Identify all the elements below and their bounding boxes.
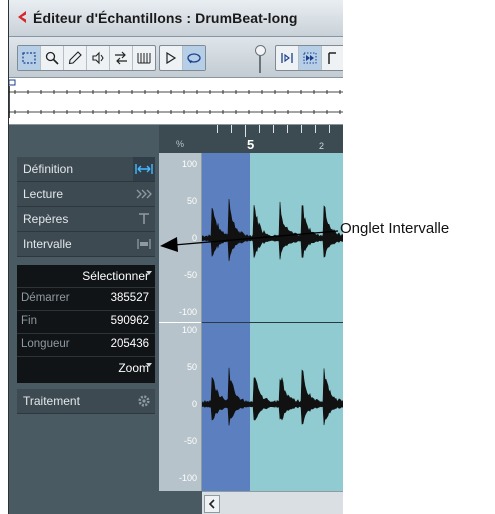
start-value[interactable]: 385527 <box>111 292 149 304</box>
ruler-tick <box>329 125 330 133</box>
level-label-bottom-minus100: -100 <box>178 473 197 483</box>
chevron-down-icon <box>146 271 152 275</box>
definition-icon <box>133 157 155 181</box>
range-select-tool-button[interactable] <box>18 46 41 70</box>
level-scale: 100 50 0 -50 -100 100 50 0 -50 -100 <box>159 153 202 491</box>
tab-process[interactable]: Traitement <box>17 389 155 414</box>
ruler-beat-label: 2 <box>319 141 325 151</box>
play-button[interactable] <box>160 46 183 70</box>
show-region-button[interactable] <box>276 46 299 70</box>
snap-grid-button[interactable] <box>133 46 155 70</box>
level-label-top-minus50: -50 <box>183 270 197 280</box>
waveform-display[interactable] <box>202 153 343 491</box>
tab-markers[interactable]: Repères <box>17 207 155 232</box>
length-row[interactable]: Longueur 205436 <box>17 334 155 357</box>
ruler-tick <box>273 125 274 133</box>
callout-range-tab: Onglet Intervalle <box>340 220 450 237</box>
level-label-top-100: 100 <box>181 159 197 169</box>
level-label-bottom-minus50: -50 <box>183 436 197 446</box>
pencil-icon <box>68 51 82 65</box>
ruler-bar-label: 5 <box>247 137 255 152</box>
ruler-tick <box>217 125 218 133</box>
overview-line[interactable] <box>9 78 343 125</box>
zoom-tool-button[interactable] <box>41 46 64 70</box>
scrub-icon <box>115 51 127 65</box>
tab-process-label: Traitement <box>23 394 80 408</box>
ruler-tick <box>245 125 246 137</box>
auto-scroll-button[interactable] <box>299 46 322 70</box>
scrub-tool-button[interactable] <box>110 46 133 70</box>
view-group <box>275 45 343 71</box>
flag-icon <box>328 52 336 64</box>
tab-playback-label: Lecture <box>23 187 64 201</box>
tab-markers-label: Repères <box>23 212 69 226</box>
level-label-top-minus100: -100 <box>178 307 197 317</box>
start-label: Démarrer <box>21 292 70 304</box>
title-bar: Éditeur d'Échantillons : DrumBeat-long <box>9 0 343 37</box>
more-tools-button[interactable] <box>322 46 343 70</box>
select-dropdown-label: Sélectionner <box>82 269 149 283</box>
tab-definition-label: Définition <box>23 162 74 176</box>
volume-slider-knob[interactable] <box>255 45 266 56</box>
show-region-icon <box>281 53 293 63</box>
scroll-left-button[interactable] <box>204 495 220 513</box>
ruler-tick <box>259 125 260 133</box>
tab-definition[interactable]: Définition <box>17 157 155 182</box>
ruler-tick <box>301 125 302 133</box>
zoom-dropdown-label: Zoom <box>118 361 149 375</box>
start-row[interactable]: Démarrer 385527 <box>17 288 155 311</box>
tab-playback[interactable]: Lecture <box>17 182 155 207</box>
channel-divider <box>159 322 201 323</box>
play-icon <box>166 51 177 65</box>
select-dropdown[interactable]: Sélectionner <box>17 265 155 288</box>
length-value[interactable]: 205436 <box>111 338 149 350</box>
markers-icon <box>133 207 155 231</box>
inspector-panel: Définition Lecture Repères Intervalle Sé… <box>9 125 159 514</box>
level-label-top-50: 50 <box>186 196 197 206</box>
app-icon <box>18 11 26 23</box>
auto-scroll-icon <box>303 52 317 64</box>
range-icon <box>133 232 155 256</box>
level-label-top-0: 0 <box>191 233 197 243</box>
chevron-down-icon <box>146 363 152 367</box>
loop-button[interactable] <box>183 46 205 70</box>
play-tool-icon <box>92 51 104 65</box>
playback-group <box>159 45 206 71</box>
tab-range-label: Intervalle <box>23 237 72 251</box>
level-label-bottom-100: 100 <box>181 325 197 335</box>
level-label-bottom-50: 50 <box>186 362 197 372</box>
sample-editor-window: Éditeur d'Échantillons : DrumBeat-long D… <box>8 0 343 514</box>
end-value[interactable]: 590962 <box>111 315 149 327</box>
play-tool-button[interactable] <box>87 46 110 70</box>
length-label: Longueur <box>21 338 70 350</box>
overview-waveform <box>9 79 343 118</box>
tab-range[interactable]: Intervalle <box>17 232 155 257</box>
ruler-unit-label: % <box>176 139 185 149</box>
pencil-tool-button[interactable] <box>64 46 87 70</box>
tool-group <box>17 45 156 71</box>
end-row[interactable]: Fin 590962 <box>17 311 155 334</box>
end-label: Fin <box>21 315 37 327</box>
loop-icon <box>187 53 201 64</box>
snap-grid-icon <box>137 53 151 64</box>
chevron-left-icon <box>208 499 215 509</box>
ruler[interactable]: % 5 2 <box>159 125 343 154</box>
zoom-icon <box>45 51 59 65</box>
level-label-bottom-0: 0 <box>191 399 197 409</box>
horizontal-scrollbar[interactable] <box>202 491 343 514</box>
window-title: Éditeur d'Échantillons : DrumBeat-long <box>33 10 298 26</box>
ruler-tick <box>315 125 316 133</box>
zoom-dropdown[interactable]: Zoom <box>17 357 155 379</box>
ruler-tick <box>231 125 232 133</box>
gear-icon <box>133 389 155 413</box>
range-parameters: Sélectionner Démarrer 385527 Fin 590962 … <box>17 265 155 383</box>
toolbar <box>9 37 343 78</box>
playback-icon <box>133 182 155 206</box>
ruler-tick <box>287 125 288 133</box>
range-select-icon <box>22 52 36 64</box>
scroll-corner <box>159 491 202 514</box>
